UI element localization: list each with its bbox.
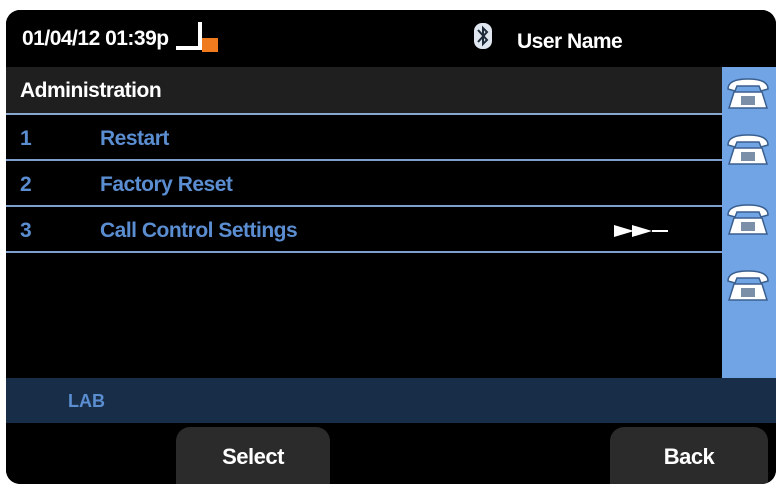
menu-item-factory-reset[interactable]: 2 Factory Reset (6, 161, 722, 207)
line-keys-panel (722, 67, 776, 378)
status-bar: 01/04/12 01:39p User Name (6, 10, 776, 67)
phone-screen: 01/04/12 01:39p User Name Administration… (6, 10, 776, 484)
lab-bar: LAB (6, 378, 776, 423)
menu-item-call-control-settings[interactable]: 3 Call Control Settings (6, 207, 722, 253)
menu-item-number: 3 (20, 219, 32, 242)
menu-item-restart[interactable]: 1 Restart (6, 115, 722, 161)
phone-icon[interactable] (725, 131, 771, 167)
menu-item-label: Factory Reset (100, 173, 233, 196)
back-softkey[interactable]: Back (610, 427, 768, 484)
menu-item-label: Restart (100, 127, 169, 150)
title-bar: Administration (6, 67, 722, 115)
line-label: LAB (68, 391, 105, 411)
phone-icon[interactable] (725, 201, 771, 237)
submenu-arrow-icon (614, 225, 668, 237)
menu-item-number: 1 (20, 127, 32, 150)
phone-icon[interactable] (725, 75, 771, 111)
user-name: User Name (517, 30, 623, 53)
menu-item-number: 2 (20, 173, 32, 196)
softkey-bar: Select Back (6, 423, 776, 484)
offhook-handset-icon (176, 22, 218, 52)
menu-item-label: Call Control Settings (100, 219, 298, 242)
page-title: Administration (20, 79, 162, 102)
date-time: 01/04/12 01:39p (22, 27, 169, 50)
select-softkey[interactable]: Select (176, 427, 330, 484)
menu-list: 1 Restart 2 Factory Reset 3 Call Control… (6, 115, 722, 253)
phone-icon[interactable] (725, 267, 771, 303)
bluetooth-icon (474, 23, 492, 49)
